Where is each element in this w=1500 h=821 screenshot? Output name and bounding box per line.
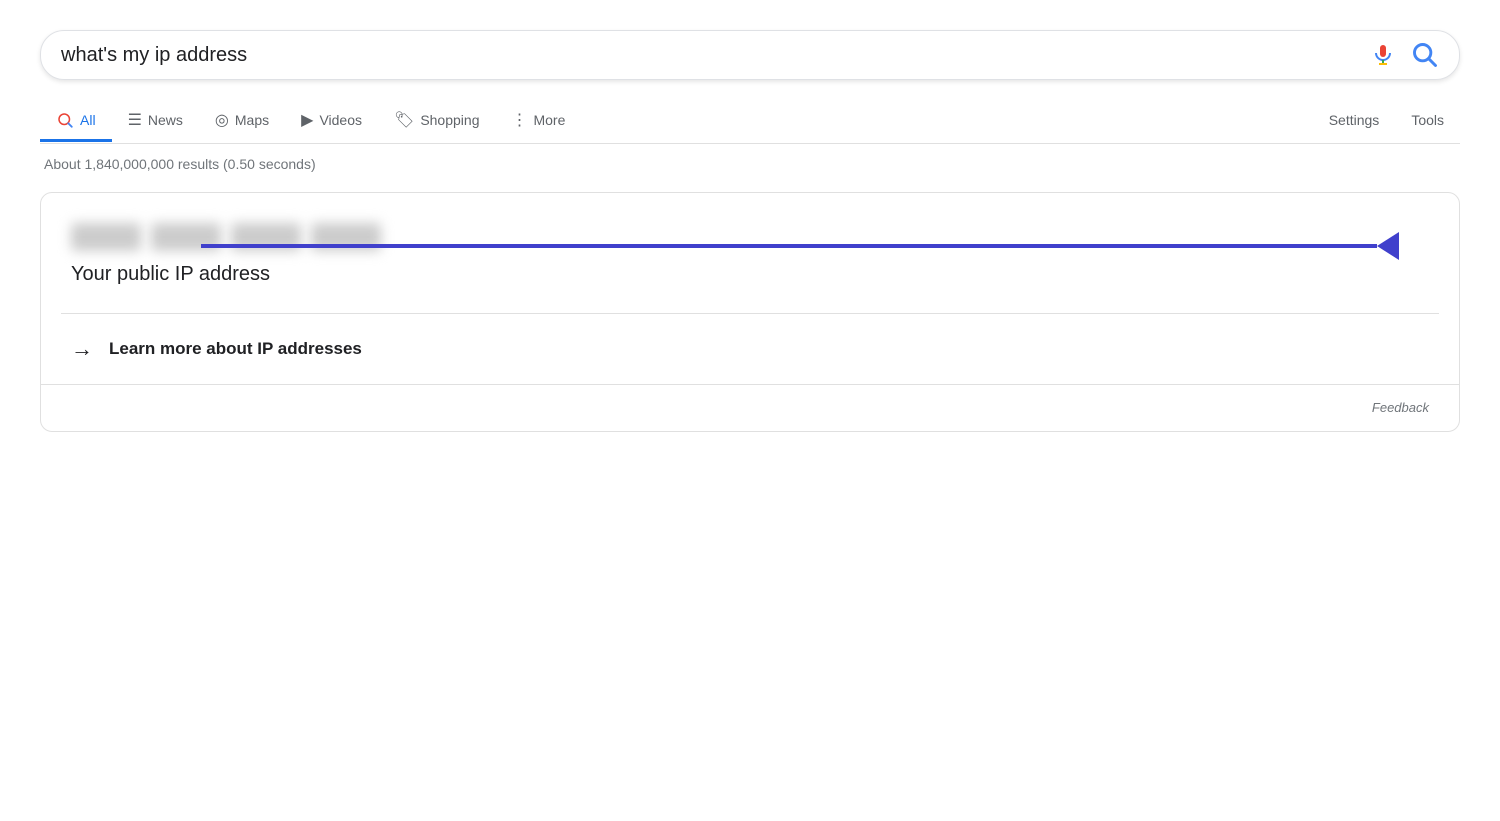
feedback-link[interactable]: Feedback	[1372, 400, 1429, 415]
tab-all[interactable]: All	[40, 101, 112, 142]
shopping-tab-icon: 🏷	[394, 110, 414, 130]
learn-more-link[interactable]: → Learn more about IP addresses	[41, 314, 1459, 384]
search-icons	[1371, 41, 1439, 69]
arrow-annotation	[121, 231, 1399, 261]
tab-shopping[interactable]: 🏷 Shopping	[378, 100, 495, 143]
results-count: About 1,840,000,000 results (0.50 second…	[40, 156, 1460, 172]
search-bar: what's my ip address	[40, 30, 1460, 80]
tab-news[interactable]: ☰ News	[112, 100, 199, 143]
more-tab-icon: ⋮	[511, 110, 527, 130]
mic-icon[interactable]	[1371, 43, 1395, 67]
search-input[interactable]: what's my ip address	[61, 44, 1371, 67]
all-tab-icon	[56, 111, 74, 129]
videos-tab-icon: ▶	[301, 110, 313, 130]
tab-maps[interactable]: ◎ Maps	[199, 100, 285, 143]
arrow-line	[201, 244, 1377, 248]
news-tab-icon: ☰	[128, 110, 142, 130]
arrow-head	[1377, 232, 1399, 260]
tab-more[interactable]: ⋮ More	[495, 100, 581, 143]
ip-result-card: Your public IP address → Learn more abou…	[40, 192, 1460, 432]
ip-address-label: Your public IP address	[71, 263, 1429, 286]
settings-link[interactable]: Settings	[1313, 102, 1396, 141]
ip-display-section: Your public IP address	[41, 193, 1459, 313]
arrow-right-icon: →	[71, 336, 93, 362]
feedback-section: Feedback	[41, 385, 1459, 431]
tools-link[interactable]: Tools	[1395, 102, 1460, 141]
tab-videos[interactable]: ▶ Videos	[285, 100, 378, 143]
learn-more-text: Learn more about IP addresses	[109, 339, 362, 359]
nav-tabs: All ☰ News ◎ Maps ▶ Videos 🏷 Shopping ⋮ …	[40, 100, 1460, 144]
maps-tab-icon: ◎	[215, 110, 229, 130]
search-button-icon[interactable]	[1411, 41, 1439, 69]
nav-right: Settings Tools	[1313, 102, 1460, 141]
